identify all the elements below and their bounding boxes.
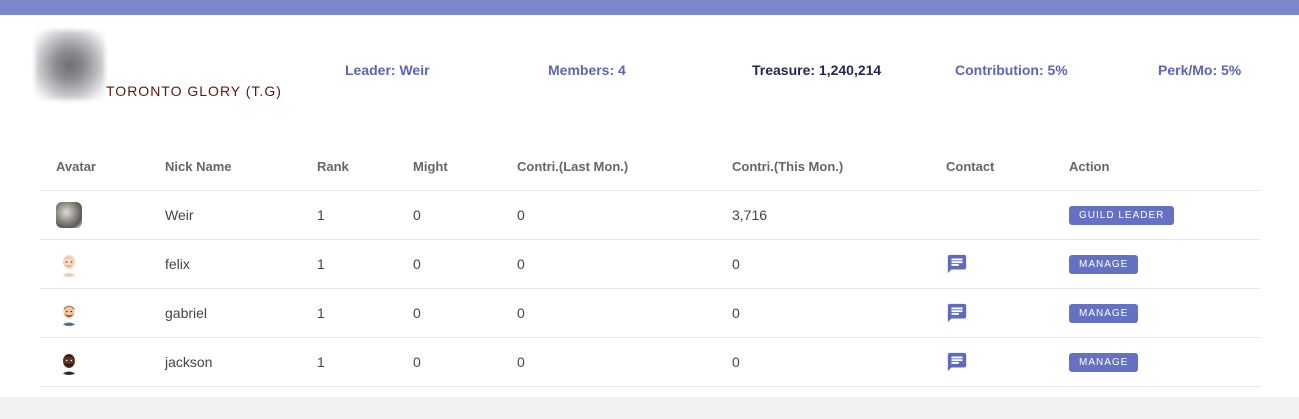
- guild-leader: Leader: Weir: [345, 62, 430, 78]
- header-might: Might: [413, 159, 448, 174]
- contact-cell: [946, 338, 968, 386]
- nick-name: felix: [165, 256, 190, 272]
- contri-last: 0: [517, 305, 525, 321]
- might: 0: [413, 256, 421, 272]
- guild-leader-button[interactable]: GUILD LEADER: [1069, 205, 1175, 225]
- avatar: [56, 202, 82, 228]
- header-avatar: Avatar: [56, 159, 96, 174]
- rank: 1: [317, 354, 325, 370]
- manage-button[interactable]: MANAGE: [1069, 254, 1139, 274]
- guild-contribution: Contribution: 5%: [955, 62, 1068, 78]
- contri-last: 0: [517, 256, 525, 272]
- manage-button[interactable]: MANAGE: [1069, 303, 1139, 323]
- contri-this: 0: [732, 354, 740, 370]
- contri-last: 0: [517, 354, 525, 370]
- avatar-cell: [56, 240, 82, 288]
- contri-last: 0: [517, 207, 525, 223]
- chat-icon[interactable]: [946, 253, 968, 275]
- header-rank: Rank: [317, 159, 349, 174]
- avatar: [56, 300, 82, 326]
- might: 0: [413, 354, 421, 370]
- chat-icon[interactable]: [946, 351, 968, 373]
- guild-card: TORONTO GLORY (T.G) Leader: Weir Members…: [0, 0, 1299, 397]
- action-cell: GUILD LEADER: [1069, 191, 1175, 239]
- contact-cell: [946, 240, 968, 288]
- action-cell: MANAGE: [1069, 240, 1139, 288]
- table-header-row: Avatar Nick Name Rank Might Contri.(Last…: [40, 143, 1260, 191]
- might: 0: [413, 305, 421, 321]
- header-contri-this: Contri.(This Mon.): [732, 159, 844, 174]
- avatar: [56, 251, 82, 277]
- avatar-cell: [56, 191, 82, 239]
- action-cell: MANAGE: [1069, 289, 1139, 337]
- guild-perk: Perk/Mo: 5%: [1158, 62, 1242, 78]
- rank: 1: [317, 305, 325, 321]
- guild-name: TORONTO GLORY (T.G): [106, 83, 282, 99]
- avatar-cell: [56, 338, 82, 386]
- action-cell: MANAGE: [1069, 338, 1139, 386]
- table-row: jackson 1 0 0 0 MANAGE: [40, 338, 1260, 387]
- guild-treasure: Treasure: 1,240,214: [752, 62, 882, 78]
- nick-name: jackson: [165, 354, 213, 370]
- might: 0: [413, 207, 421, 223]
- table-row: Weir 1 0 0 3,716 GUILD LEADER: [40, 191, 1260, 240]
- header-contri-last: Contri.(Last Mon.): [517, 159, 629, 174]
- chat-icon[interactable]: [946, 302, 968, 324]
- rank: 1: [317, 207, 325, 223]
- members-table: Avatar Nick Name Rank Might Contri.(Last…: [40, 143, 1260, 387]
- header-contact: Contact: [946, 159, 995, 174]
- contri-this: 3,716: [732, 207, 768, 223]
- nick-name: Weir: [165, 207, 194, 223]
- rank: 1: [317, 256, 325, 272]
- contri-this: 0: [732, 305, 740, 321]
- avatar: [56, 349, 82, 375]
- header-nick-name: Nick Name: [165, 159, 232, 174]
- avatar-cell: [56, 289, 82, 337]
- nick-name: gabriel: [165, 305, 208, 321]
- table-row: felix 1 0 0 0 MANAGE: [40, 240, 1260, 289]
- contact-cell: [946, 289, 968, 337]
- table-row: gabriel 1 0 0 0 MANAGE: [40, 289, 1260, 338]
- contri-this: 0: [732, 256, 740, 272]
- header-action: Action: [1069, 159, 1110, 174]
- guild-members: Members: 4: [548, 62, 626, 78]
- guild-avatar: [35, 30, 105, 100]
- manage-button[interactable]: MANAGE: [1069, 352, 1139, 372]
